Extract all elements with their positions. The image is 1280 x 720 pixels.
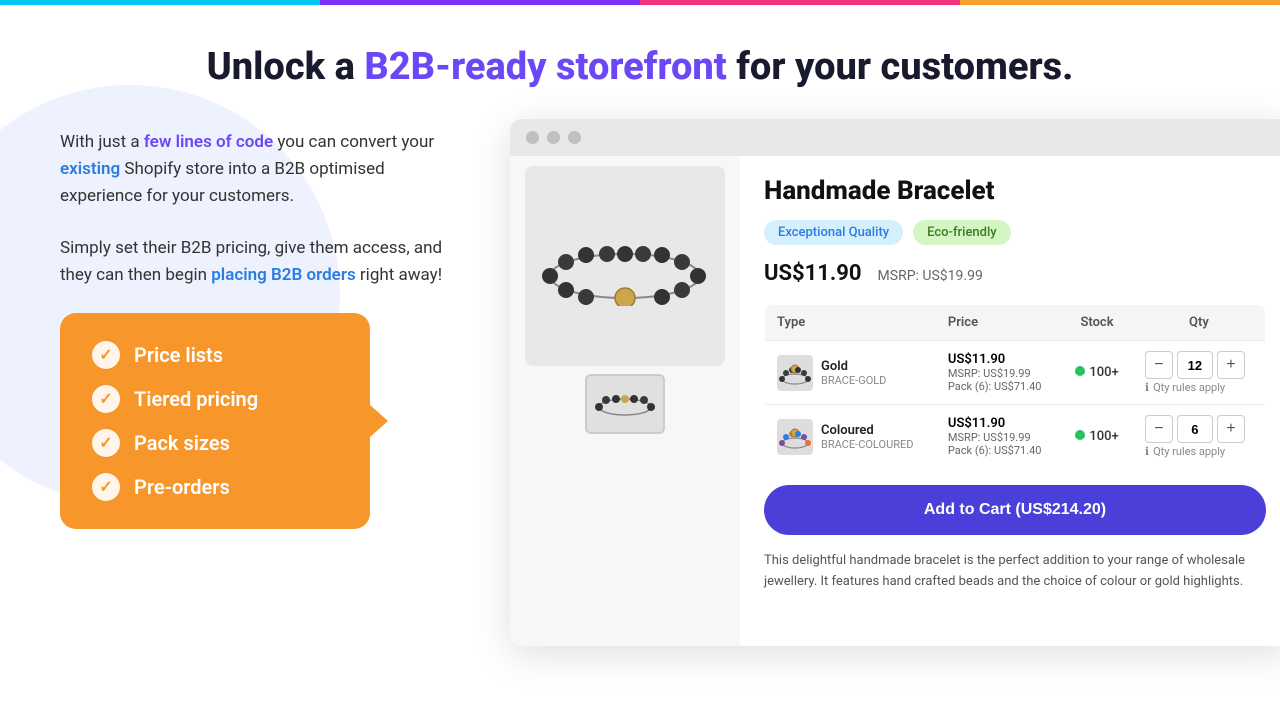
browser-dot-1 bbox=[526, 131, 539, 144]
variant-price-pack-gold: Pack (6): US$71.40 bbox=[948, 380, 1049, 393]
badge-eco-friendly: Eco-friendly bbox=[913, 220, 1011, 245]
feature-label-1: Price lists bbox=[134, 343, 223, 367]
right-column: Handmade Bracelet Exceptional Quality Ec… bbox=[510, 119, 1280, 646]
browser-body: Handmade Bracelet Exceptional Quality Ec… bbox=[510, 156, 1280, 646]
feature-label-3: Pack sizes bbox=[134, 431, 230, 455]
badges-row: Exceptional Quality Eco-friendly bbox=[764, 220, 1266, 245]
qty-rules-coloured: ℹQty rules apply bbox=[1145, 445, 1253, 458]
hero-highlight: B2B-ready storefront bbox=[364, 45, 726, 89]
thumb-bracelet-svg bbox=[595, 389, 655, 419]
placing-b2b-link[interactable]: placing B2B orders bbox=[211, 265, 355, 285]
price-row: US$11.90 MSRP: US$19.99 bbox=[764, 261, 1266, 286]
left-column: With just a few lines of code you can co… bbox=[60, 119, 460, 529]
col-stock: Stock bbox=[1061, 305, 1133, 341]
badge-exceptional-quality: Exceptional Quality bbox=[764, 220, 903, 245]
variant-price-msrp-gold: MSRP: US$19.99 bbox=[948, 367, 1049, 380]
cta-paragraph: Simply set their B2B pricing, give them … bbox=[60, 235, 460, 289]
qty-rules-label-coloured: Qty rules apply bbox=[1153, 445, 1225, 458]
variant-price-msrp-coloured: MSRP: US$19.99 bbox=[948, 431, 1049, 444]
browser-dot-2 bbox=[547, 131, 560, 144]
variant-stock-coloured: 100+ bbox=[1061, 405, 1133, 469]
qty-rules-label-gold: Qty rules apply bbox=[1153, 381, 1225, 394]
check-icon-2: ✓ bbox=[92, 385, 120, 413]
main-container: Unlock a B2B-ready storefront for your c… bbox=[0, 5, 1280, 720]
browser-mock: Handmade Bracelet Exceptional Quality Ec… bbox=[510, 119, 1280, 646]
variant-price-main-coloured: US$11.90 bbox=[948, 416, 1049, 431]
product-description: This delightful handmade bracelet is the… bbox=[764, 551, 1266, 593]
table-header-row: Type Price Stock Qty bbox=[765, 305, 1266, 341]
feature-item-preorders: ✓ Pre-orders bbox=[92, 473, 338, 501]
bracelet-main-svg bbox=[540, 226, 710, 306]
variant-qty-gold: − + ℹQty rules apply bbox=[1133, 341, 1266, 405]
hero-suffix: for your customers. bbox=[727, 45, 1074, 89]
table-row: Gold BRACE-GOLD US$11.90 MSRP: US$19.99 bbox=[765, 341, 1266, 405]
table-row: Coloured BRACE-COLOURED US$11.90 MSRP: U… bbox=[765, 405, 1266, 469]
intro-paragraph: With just a few lines of code you can co… bbox=[60, 129, 460, 211]
existing-link[interactable]: existing bbox=[60, 159, 120, 179]
stock-dot-coloured bbox=[1075, 430, 1085, 440]
col-qty: Qty bbox=[1133, 305, 1266, 341]
variant-price-pack-coloured: Pack (6): US$71.40 bbox=[948, 444, 1049, 457]
variant-price-coloured: US$11.90 MSRP: US$19.99 Pack (6): US$71.… bbox=[936, 405, 1061, 469]
feature-item-pack: ✓ Pack sizes bbox=[92, 429, 338, 457]
product-msrp: MSRP: US$19.99 bbox=[878, 268, 983, 284]
variant-sku-gold: BRACE-GOLD bbox=[821, 374, 886, 387]
content-row: With just a few lines of code you can co… bbox=[0, 119, 1280, 646]
qty-rules-gold: ℹQty rules apply bbox=[1145, 381, 1253, 394]
variants-table: Type Price Stock Qty bbox=[764, 304, 1266, 469]
variant-img-gold bbox=[777, 355, 813, 391]
hero-prefix: Unlock a bbox=[207, 45, 365, 89]
product-thumbnail-1[interactable] bbox=[585, 374, 665, 434]
check-icon-4: ✓ bbox=[92, 473, 120, 501]
add-to-cart-button[interactable]: Add to Cart (US$214.20) bbox=[764, 485, 1266, 535]
col-type: Type bbox=[765, 305, 936, 341]
feature-label-4: Pre-orders bbox=[134, 475, 230, 499]
feature-item-price-lists: ✓ Price lists bbox=[92, 341, 338, 369]
feature-box: ✓ Price lists ✓ Tiered pricing ✓ Pack si… bbox=[60, 313, 370, 529]
qty-increase-coloured[interactable]: + bbox=[1217, 415, 1245, 443]
product-images-panel bbox=[510, 156, 740, 646]
variant-price-main-gold: US$11.90 bbox=[948, 352, 1049, 367]
variant-qty-coloured: − + ℹQty rules apply bbox=[1133, 405, 1266, 469]
stock-label-gold: 100+ bbox=[1089, 365, 1118, 380]
few-lines-link[interactable]: few lines of code bbox=[144, 132, 273, 152]
product-details-panel: Handmade Bracelet Exceptional Quality Ec… bbox=[740, 156, 1280, 646]
feature-item-tiered: ✓ Tiered pricing bbox=[92, 385, 338, 413]
variant-img-coloured bbox=[777, 419, 813, 455]
variant-type-coloured: Coloured BRACE-COLOURED bbox=[765, 405, 936, 469]
browser-chrome bbox=[510, 119, 1280, 156]
qty-increase-gold[interactable]: + bbox=[1217, 351, 1245, 379]
para2-suffix: right away! bbox=[356, 265, 442, 285]
variant-stock-gold: 100+ bbox=[1061, 341, 1133, 405]
check-icon-1: ✓ bbox=[92, 341, 120, 369]
qty-control-gold: − + bbox=[1145, 351, 1253, 379]
qty-decrease-gold[interactable]: − bbox=[1145, 351, 1173, 379]
variant-price-gold: US$11.90 MSRP: US$19.99 Pack (6): US$71.… bbox=[936, 341, 1061, 405]
feature-label-2: Tiered pricing bbox=[134, 387, 258, 411]
stock-label-coloured: 100+ bbox=[1089, 429, 1118, 444]
stock-dot-gold bbox=[1075, 366, 1085, 376]
check-icon-3: ✓ bbox=[92, 429, 120, 457]
variant-name-gold: Gold bbox=[821, 359, 886, 374]
qty-input-coloured[interactable] bbox=[1177, 415, 1213, 443]
variant-sku-coloured: BRACE-COLOURED bbox=[821, 438, 913, 451]
qty-control-coloured: − + bbox=[1145, 415, 1253, 443]
product-main-image bbox=[525, 166, 725, 366]
product-title: Handmade Bracelet bbox=[764, 176, 1266, 206]
para1-mid: you can convert your bbox=[273, 132, 434, 152]
browser-dot-3 bbox=[568, 131, 581, 144]
para1-prefix: With just a bbox=[60, 132, 144, 152]
variant-type-gold: Gold BRACE-GOLD bbox=[765, 341, 936, 405]
product-price: US$11.90 bbox=[764, 261, 862, 286]
variant-name-coloured: Coloured bbox=[821, 423, 913, 438]
qty-decrease-coloured[interactable]: − bbox=[1145, 415, 1173, 443]
qty-input-gold[interactable] bbox=[1177, 351, 1213, 379]
hero-title: Unlock a B2B-ready storefront for your c… bbox=[207, 45, 1074, 89]
col-price: Price bbox=[936, 305, 1061, 341]
